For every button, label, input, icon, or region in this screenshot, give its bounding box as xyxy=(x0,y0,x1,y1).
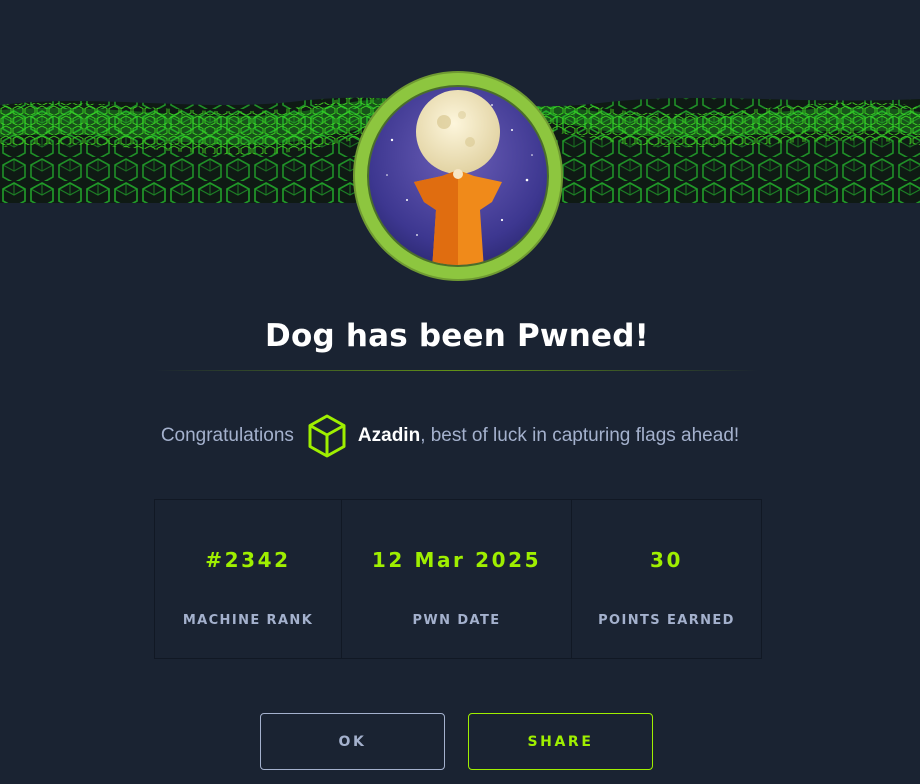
stat-value: 12 Mar 2025 xyxy=(371,548,542,572)
congrats-prefix: Congratulations xyxy=(160,425,294,446)
stat-pwn-date: 12 Mar 2025 PWN DATE xyxy=(342,500,572,658)
congrats-suffix: , best of luck in capturing flags ahead! xyxy=(420,425,740,446)
stat-value: 30 xyxy=(649,548,684,572)
pwned-dialog: Dog has been Pwned! Congratulations Azad… xyxy=(0,0,920,784)
stat-label: PWN DATE xyxy=(412,613,501,628)
title-divider xyxy=(155,370,758,371)
stat-value: #2342 xyxy=(205,548,291,572)
machine-avatar xyxy=(352,70,564,282)
stat-label: POINTS EARNED xyxy=(598,613,735,628)
stat-label: MACHINE RANK xyxy=(182,613,314,628)
stat-machine-rank: #2342 MACHINE RANK xyxy=(155,500,342,658)
stat-points-earned: 30 POINTS EARNED xyxy=(572,500,761,658)
hexagon-cube-icon xyxy=(306,413,348,459)
page-title: Dog has been Pwned! xyxy=(265,318,649,354)
share-button[interactable]: SHARE xyxy=(468,713,653,770)
ok-button[interactable]: OK xyxy=(260,713,445,770)
stats-panel: #2342 MACHINE RANK 12 Mar 2025 PWN DATE … xyxy=(154,499,762,659)
congrats-message: Congratulations Azadin , best of luck in… xyxy=(0,413,900,459)
username[interactable]: Azadin xyxy=(358,425,420,447)
